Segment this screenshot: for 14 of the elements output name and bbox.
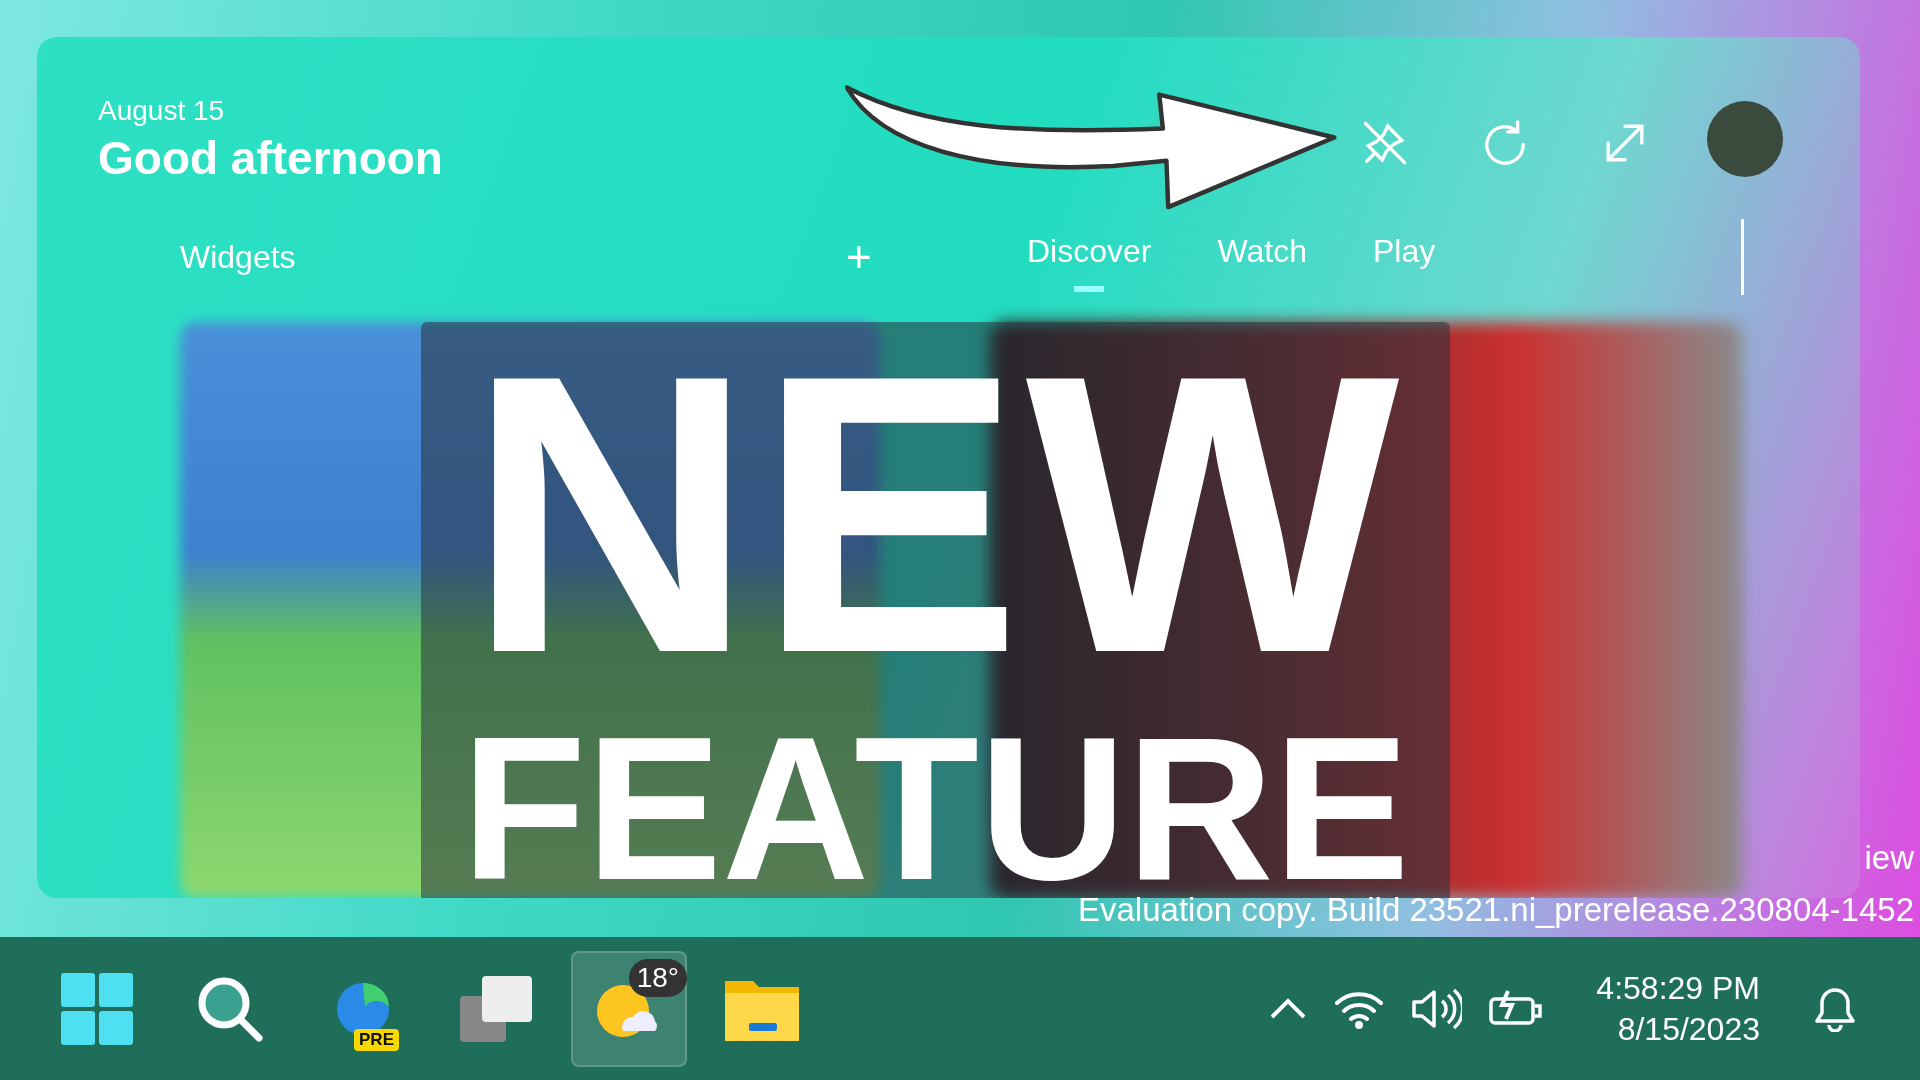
speaker-icon[interactable] <box>1410 986 1463 1031</box>
bell-icon[interactable] <box>1814 985 1856 1032</box>
widgets-label: Widgets <box>180 238 297 276</box>
clock-time[interactable]: 4:58:29 PM <box>1596 969 1760 1007</box>
date-label: August 15 <box>98 95 226 127</box>
temperature-badge: 18° <box>628 958 687 997</box>
task-view-icon <box>460 975 532 1042</box>
greeting-title: Good afternoon <box>98 131 444 185</box>
clock-date[interactable]: 8/15/2023 <box>1617 1010 1760 1048</box>
browser-button[interactable]: PRE <box>305 950 421 1067</box>
windows-logo-icon <box>61 972 133 1045</box>
desktop-watermark-text: iew <box>1864 839 1914 877</box>
weather-button[interactable]: 18° <box>571 950 687 1067</box>
preview-badge: PRE <box>354 1028 399 1051</box>
